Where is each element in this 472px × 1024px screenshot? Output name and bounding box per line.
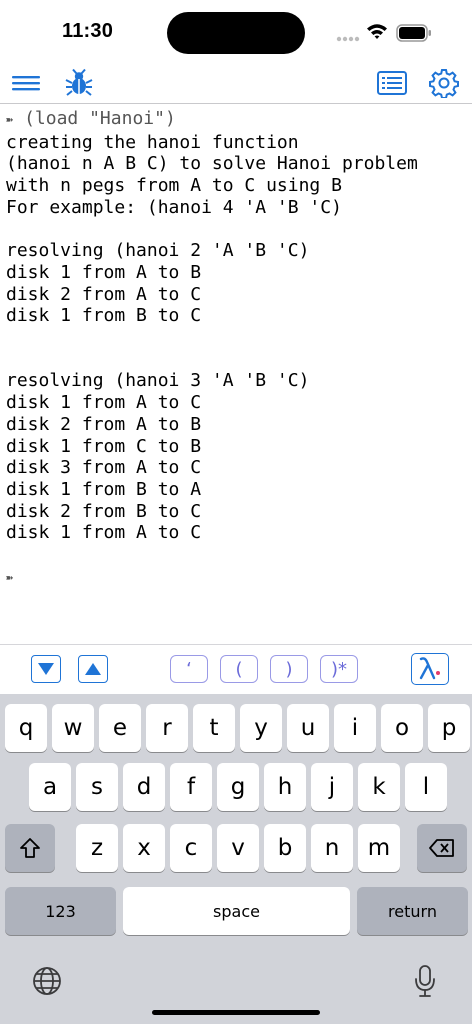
status-bar: 11:30 — [0, 0, 472, 60]
return-key[interactable]: return — [357, 887, 468, 935]
console-line: resolving (hanoi 2 'A 'B 'C) — [6, 240, 310, 262]
key-w[interactable]: w — [52, 704, 94, 752]
prompt-icon: ➽ — [6, 570, 14, 585]
console-line: disk 2 from B to C — [6, 500, 202, 522]
globe-button[interactable] — [30, 964, 64, 998]
console-line: with n pegs from A to C using B — [6, 175, 342, 197]
key-e[interactable]: e — [99, 704, 141, 752]
console-line: disk 3 from A to C — [6, 457, 202, 479]
gear-icon — [429, 69, 459, 98]
space-key[interactable]: space — [123, 887, 350, 935]
menu-button[interactable] — [9, 66, 43, 100]
listing-button[interactable] — [375, 66, 409, 100]
close-all-parens-button[interactable]: )* — [320, 655, 358, 683]
dictation-button[interactable] — [408, 962, 442, 1000]
settings-button[interactable] — [427, 66, 461, 100]
console-line: disk 2 from A to C — [6, 283, 202, 305]
console-line: disk 1 from A to C — [6, 392, 202, 414]
key-t[interactable]: t — [193, 704, 235, 752]
console-line: disk 1 from B to A — [6, 478, 202, 500]
keyboard-accessory-bar: ‘ ( ) )* — [0, 644, 472, 694]
numbers-key[interactable]: 123 — [5, 887, 116, 935]
debug-button[interactable] — [62, 66, 96, 100]
key-i[interactable]: i — [334, 704, 376, 752]
delete-key[interactable] — [417, 824, 467, 872]
console-line: disk 1 from A to C — [6, 522, 202, 544]
history-down-button[interactable] — [31, 655, 61, 683]
shift-icon — [20, 838, 40, 858]
key-z[interactable]: z — [76, 824, 118, 872]
home-indicator — [152, 1010, 320, 1015]
key-d[interactable]: d — [123, 763, 165, 811]
lambda-icon — [419, 657, 440, 680]
toolbar — [0, 62, 472, 104]
hamburger-menu-icon — [12, 76, 40, 91]
microphone-icon — [415, 965, 435, 997]
key-c[interactable]: c — [170, 824, 212, 872]
status-time: 11:30 — [62, 20, 114, 42]
triangle-down-icon — [38, 663, 54, 675]
console-line: disk 1 from B to C — [6, 305, 202, 327]
triangle-up-icon — [85, 663, 101, 675]
key-v[interactable]: v — [217, 824, 259, 872]
dynamic-island — [167, 12, 305, 54]
console-prompt-line: ➽ — [6, 566, 472, 590]
key-o[interactable]: o — [381, 704, 423, 752]
prompt-text: (load "Hanoi") — [13, 108, 176, 129]
key-f[interactable]: f — [170, 763, 212, 811]
key-m[interactable]: m — [358, 824, 400, 872]
console-line: disk 2 from A to B — [6, 413, 202, 435]
key-b[interactable]: b — [264, 824, 306, 872]
wifi-icon — [367, 24, 387, 39]
key-s[interactable]: s — [76, 763, 118, 811]
lambda-button[interactable] — [411, 653, 449, 685]
history-up-button[interactable] — [78, 655, 108, 683]
bug-icon — [65, 68, 93, 96]
key-q[interactable]: q — [5, 704, 47, 752]
on-screen-keyboard: qwertyuiop asdfghjkl zxcvbnm 123 space r… — [0, 694, 472, 1024]
console-line: resolving (hanoi 3 'A 'B 'C) — [6, 370, 310, 392]
globe-icon — [33, 967, 61, 995]
key-j[interactable]: j — [311, 763, 353, 811]
open-paren-button[interactable]: ( — [220, 655, 258, 683]
key-p[interactable]: p — [428, 704, 470, 752]
key-l[interactable]: l — [405, 763, 447, 811]
quote-button[interactable]: ‘ — [170, 655, 208, 683]
console-line: (hanoi n A B C) to solve Hanoi problem — [6, 153, 418, 175]
console-line: disk 1 from C to B — [6, 435, 202, 457]
console-prompt-line: ➽ (load "Hanoi") — [6, 108, 472, 132]
cellular-signal-icon — [336, 36, 360, 42]
close-paren-button[interactable]: ) — [270, 655, 308, 683]
key-h[interactable]: h — [264, 763, 306, 811]
key-a[interactable]: a — [29, 763, 71, 811]
text-listing-icon — [377, 71, 407, 95]
key-n[interactable]: n — [311, 824, 353, 872]
shift-key[interactable] — [5, 824, 55, 872]
key-y[interactable]: y — [240, 704, 282, 752]
battery-icon — [396, 24, 431, 42]
key-k[interactable]: k — [358, 763, 400, 811]
key-r[interactable]: r — [146, 704, 188, 752]
console-line: disk 1 from A to B — [6, 261, 202, 283]
console-line: For example: (hanoi 4 'A 'B 'C) — [6, 196, 342, 218]
key-x[interactable]: x — [123, 824, 165, 872]
key-g[interactable]: g — [217, 763, 259, 811]
console-line: creating the hanoi function — [6, 131, 299, 153]
console-output[interactable]: ➽ (load "Hanoi") creating the hanoi funct… — [0, 108, 472, 644]
delete-backspace-icon — [429, 839, 454, 857]
key-u[interactable]: u — [287, 704, 329, 752]
